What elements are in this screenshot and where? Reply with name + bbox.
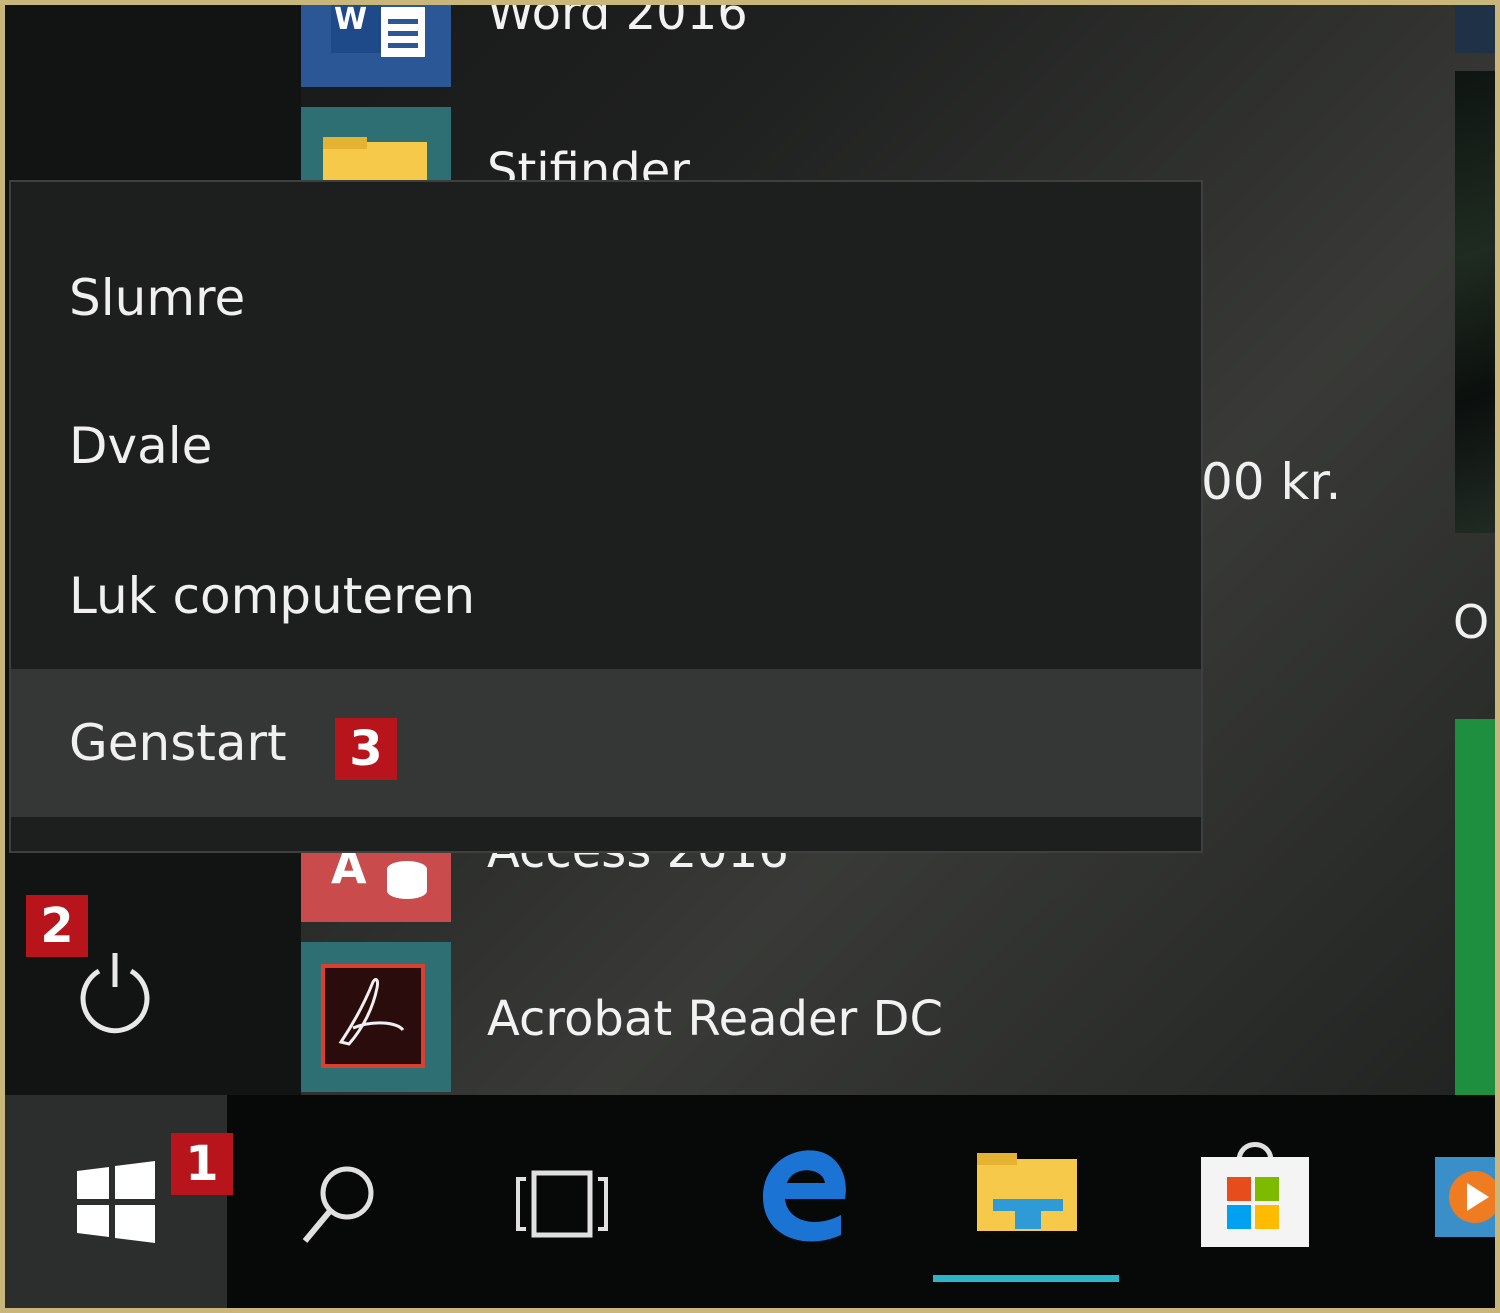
task-view-icon bbox=[516, 1170, 608, 1238]
media-player-icon bbox=[1435, 1157, 1495, 1237]
callout-badge-1: 1 bbox=[171, 1133, 233, 1195]
store-icon bbox=[1201, 1142, 1309, 1247]
live-tile-column bbox=[1453, 5, 1495, 1095]
edge-button[interactable] bbox=[745, 1137, 855, 1247]
menu-item-sleep[interactable]: Slumre bbox=[11, 224, 1201, 372]
app-label-acrobat[interactable]: Acrobat Reader DC bbox=[487, 991, 943, 1047]
power-button[interactable] bbox=[65, 935, 165, 1035]
store-tile[interactable] bbox=[1455, 719, 1495, 1095]
callout-badge-3: 3 bbox=[335, 718, 397, 780]
power-icon bbox=[80, 953, 150, 1034]
stifinder-app-tile[interactable] bbox=[301, 107, 451, 187]
menu-item-label: Dvale bbox=[69, 417, 213, 475]
edge-icon bbox=[763, 1150, 846, 1242]
menu-item-label: Slumre bbox=[69, 269, 246, 327]
app-label-word[interactable]: Word 2016 bbox=[487, 5, 748, 41]
menu-item-restart[interactable]: Genstart bbox=[11, 669, 1201, 817]
task-view-button[interactable] bbox=[510, 1165, 620, 1245]
search-button[interactable] bbox=[289, 1155, 389, 1255]
acrobat-icon bbox=[321, 964, 425, 1068]
power-menu: Slumre Dvale Luk computeren Genstart bbox=[9, 180, 1203, 853]
menu-item-label: Genstart bbox=[69, 714, 287, 772]
folder-icon bbox=[323, 137, 427, 187]
svg-text:W: W bbox=[334, 5, 367, 37]
file-explorer-button[interactable] bbox=[973, 1147, 1083, 1247]
menu-item-hibernate[interactable]: Dvale bbox=[11, 372, 1201, 520]
word-app-tile[interactable]: W bbox=[301, 5, 451, 87]
media-player-button[interactable] bbox=[1431, 1153, 1495, 1243]
tile-text-o: O bbox=[1453, 595, 1490, 649]
active-app-indicator bbox=[933, 1275, 1119, 1282]
windows-logo-icon bbox=[77, 1161, 155, 1243]
photo-tile[interactable] bbox=[1455, 71, 1495, 533]
start-button[interactable] bbox=[5, 1095, 227, 1308]
file-explorer-icon bbox=[977, 1153, 1077, 1231]
desktop: W Word 2016 Stifinder A Access 2016 bbox=[5, 5, 1495, 1308]
tile-top bbox=[1455, 5, 1495, 53]
menu-item-shutdown[interactable]: Luk computeren bbox=[11, 522, 1201, 670]
menu-item-label: Luk computeren bbox=[69, 567, 476, 625]
search-icon bbox=[302, 1166, 374, 1243]
word-icon: W bbox=[331, 5, 425, 57]
tile-price-text: 00 kr. bbox=[1201, 453, 1342, 511]
taskbar: 1 bbox=[5, 1095, 1495, 1308]
acrobat-app-tile[interactable] bbox=[301, 942, 451, 1092]
store-button[interactable] bbox=[1195, 1131, 1315, 1251]
